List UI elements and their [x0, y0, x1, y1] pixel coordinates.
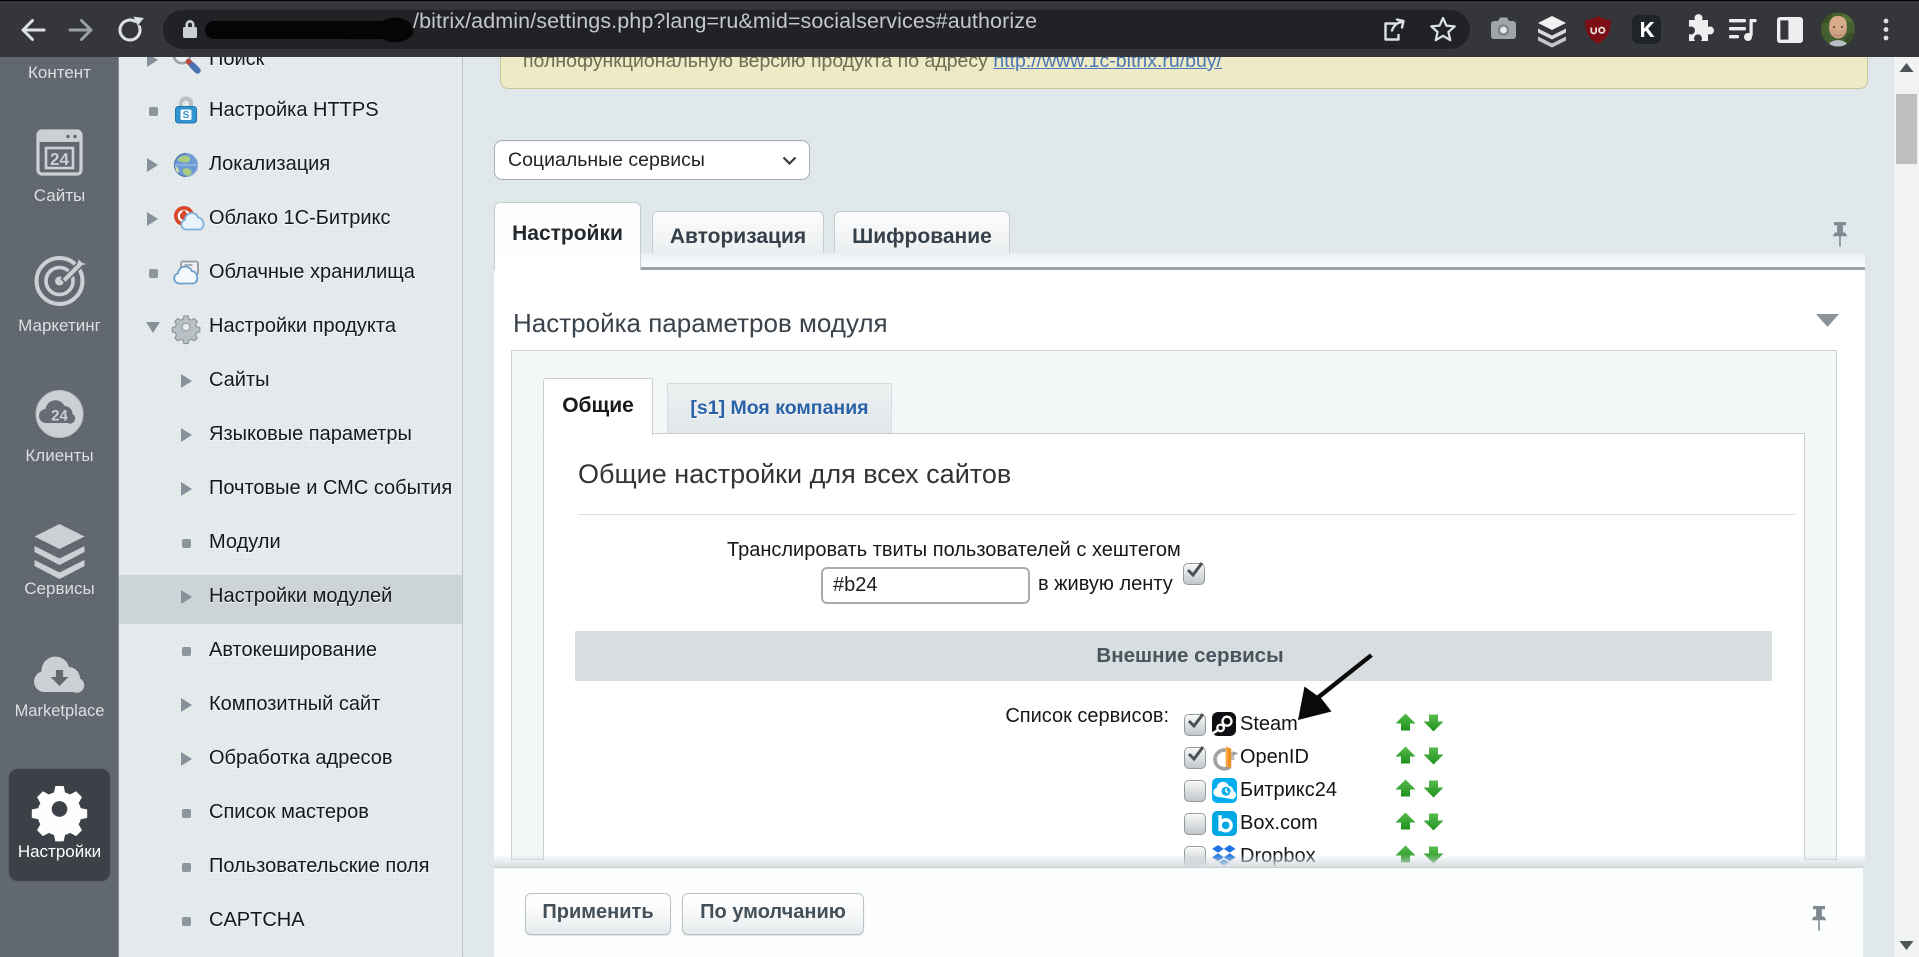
svg-text:24: 24 [51, 407, 68, 424]
svg-text:S: S [183, 110, 190, 121]
svg-text:24: 24 [50, 150, 69, 169]
